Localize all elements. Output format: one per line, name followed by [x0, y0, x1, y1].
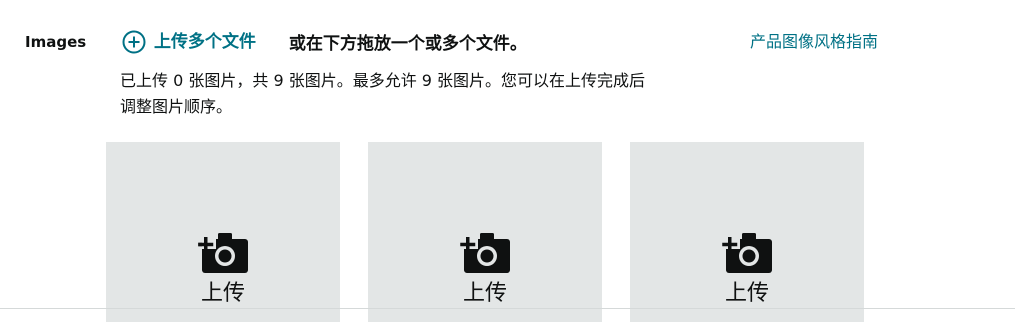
plus-circle-icon — [122, 30, 146, 54]
upload-info-line-2: 调整图片顺序。 — [120, 97, 233, 116]
upload-multiple-files-link[interactable]: 上传多个文件 — [122, 30, 256, 54]
image-upload-tiles: 上传 上传 上传 — [106, 142, 864, 322]
tile-upload-label: 上传 — [200, 281, 245, 306]
upload-multiple-files-label: 上传多个文件 — [154, 32, 256, 52]
upload-info-text: 已上传 0 张图片，共 9 张图片。最多允许 9 张图片。您可以在上传完成后 调… — [120, 68, 720, 120]
add-photo-camera-icon — [198, 233, 248, 273]
image-upload-tile-1[interactable]: 上传 — [106, 142, 340, 322]
bottom-divider — [0, 308, 1015, 309]
image-upload-tile-3[interactable]: 上传 — [630, 142, 864, 322]
image-upload-tile-2[interactable]: 上传 — [368, 142, 602, 322]
images-section-label: Images — [25, 33, 87, 51]
drag-drop-hint: 或在下方拖放一个或多个文件。 — [289, 34, 527, 54]
image-style-guide-link[interactable]: 产品图像风格指南 — [750, 31, 878, 53]
tile-upload-label: 上传 — [724, 281, 769, 306]
add-photo-camera-icon — [460, 233, 510, 273]
add-photo-camera-icon — [722, 233, 772, 273]
tile-upload-label: 上传 — [462, 281, 507, 306]
upload-info-line-1: 已上传 0 张图片，共 9 张图片。最多允许 9 张图片。您可以在上传完成后 — [120, 71, 646, 90]
